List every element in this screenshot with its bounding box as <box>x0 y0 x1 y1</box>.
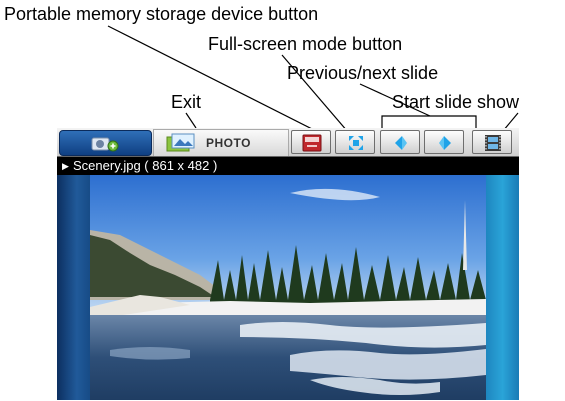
file-info-text: Scenery.jpg ( 861 x 482 ) <box>73 158 218 173</box>
photo-tab[interactable]: PHOTO <box>153 129 289 156</box>
leader-exit <box>185 112 197 129</box>
callout-start-slideshow: Start slide show <box>392 92 520 112</box>
home-tab[interactable] <box>59 130 152 156</box>
viewer-right-margin <box>486 175 519 400</box>
scenery-photo <box>90 175 486 400</box>
diamond-left-icon <box>395 136 407 150</box>
photo-folder-icon <box>166 133 195 152</box>
device-screen: PHOTO ▶ Scenery.jpg (861 x 482) <box>57 128 519 400</box>
play-arrow-icon: ▶ <box>62 161 69 171</box>
photo-tab-label: PHOTO <box>206 136 251 150</box>
viewer-left-margin <box>57 175 90 400</box>
leader-prevnext-bracket <box>381 115 477 128</box>
callout-prev-next: Previous/next slide <box>287 63 439 83</box>
film-strip-icon <box>485 135 501 151</box>
photo-viewer <box>57 175 519 400</box>
callout-exit: Exit <box>171 92 202 112</box>
next-slide-button[interactable] <box>424 130 464 154</box>
start-slideshow-button[interactable] <box>472 130 512 154</box>
file-info-bar: ▶ Scenery.jpg ( 861 x 482 ) <box>57 157 519 175</box>
callout-portable-memory: Portable memory storage device button <box>4 4 319 24</box>
callout-fullscreen: Full-screen mode button <box>208 34 403 54</box>
memory-card-icon <box>302 134 322 152</box>
previous-slide-button[interactable] <box>380 130 420 154</box>
toolbar: PHOTO <box>57 128 519 157</box>
home-device-icon <box>91 137 119 152</box>
diamond-right-icon <box>439 136 451 150</box>
expand-arrows-icon <box>349 136 363 150</box>
fullscreen-button[interactable] <box>335 130 375 154</box>
portable-memory-button[interactable] <box>291 130 331 154</box>
